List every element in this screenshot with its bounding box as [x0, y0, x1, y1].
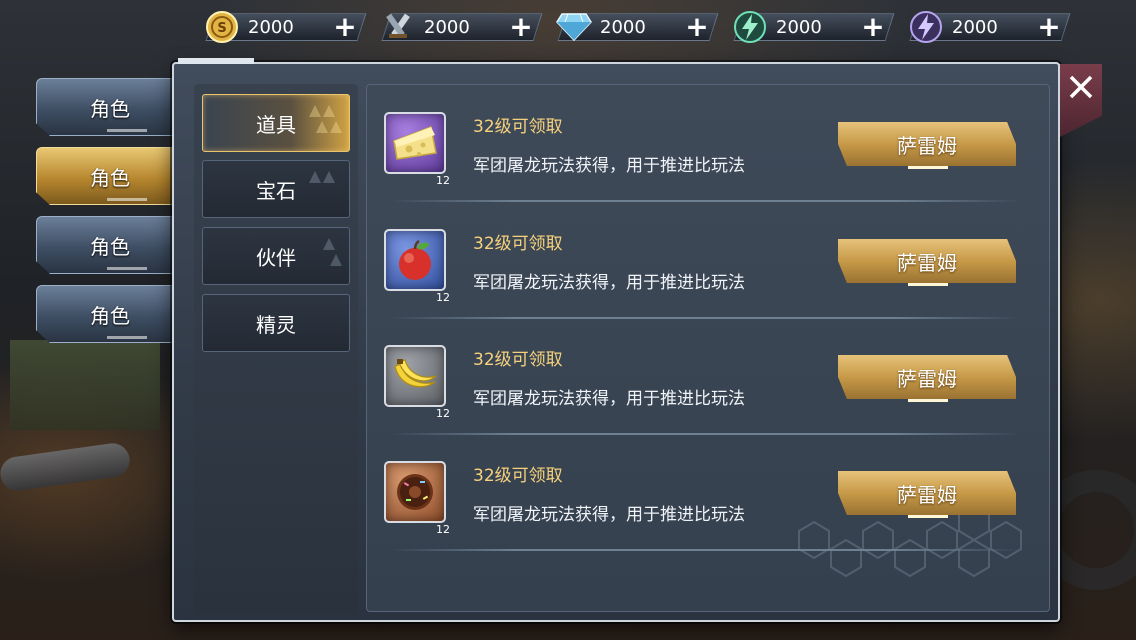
category-label: 宝石 [256, 178, 296, 203]
triangle-pattern-icon [323, 238, 342, 266]
item-description: 军团屠龙玩法获得，用于推进比玩法 [473, 389, 745, 409]
currency-bar: S 2000 + 2000 + 2000 + 2000 + 2000 + [196, 10, 1072, 46]
banana-icon [384, 345, 446, 407]
panel-accent [178, 58, 254, 64]
currency-gold: S 2000 + [196, 10, 368, 44]
svg-text:S: S [217, 21, 226, 36]
close-icon [1068, 74, 1094, 104]
currency-stamina: 2000 + [372, 10, 544, 44]
level-requirement: 32级可领取 [473, 117, 563, 137]
category-tab-gems[interactable]: 宝石 [202, 160, 350, 218]
side-tab-character[interactable]: 角色 [36, 216, 184, 274]
claim-button[interactable]: 萨雷姆 [838, 355, 1016, 399]
row-divider [390, 549, 1020, 551]
claim-button[interactable]: 萨雷姆 [838, 122, 1016, 166]
item-count: 12 [436, 291, 450, 304]
currency-value: 2000 [600, 16, 646, 38]
list-item: 12 32级可领取 军团屠龙玩法获得，用于推进比玩法 萨雷姆 [380, 209, 1030, 319]
category-label: 伙伴 [256, 245, 296, 270]
item-description: 军团屠龙玩法获得，用于推进比玩法 [473, 273, 745, 293]
add-currency-button[interactable]: + [508, 13, 534, 41]
apple-icon [384, 229, 446, 291]
side-tabs: 角色 角色 角色 角色 [36, 78, 184, 354]
list-item: 12 32级可领取 军团屠龙玩法获得，用于推进比玩法 萨雷姆 [380, 325, 1030, 435]
category-tab-spirits[interactable]: 精灵 [202, 294, 350, 352]
currency-purple-energy: 2000 + [900, 10, 1072, 44]
level-requirement: 32级可领取 [473, 466, 563, 486]
side-tab-character[interactable]: 角色 [36, 78, 184, 136]
currency-value: 2000 [424, 16, 470, 38]
list-item: 12 32级可领取 军团屠龙玩法获得，用于推进比玩法 萨雷姆 [380, 441, 1030, 551]
side-tab-character-active[interactable]: 角色 [36, 147, 184, 205]
currency-diamond: 2000 + [548, 10, 720, 44]
triangle-pattern-icon [309, 105, 342, 133]
currency-green-energy: 2000 + [724, 10, 896, 44]
item-count: 12 [436, 407, 450, 420]
category-label: 精灵 [256, 312, 296, 337]
item-description: 军团屠龙玩法获得，用于推进比玩法 [473, 156, 745, 176]
add-currency-button[interactable]: + [684, 13, 710, 41]
row-divider [390, 200, 1020, 202]
cheese-icon [384, 112, 446, 174]
side-tab-character[interactable]: 角色 [36, 285, 184, 343]
purple-energy-icon [908, 9, 944, 45]
add-currency-button[interactable]: + [332, 13, 358, 41]
item-count: 12 [436, 174, 450, 187]
crossed-swords-icon [380, 9, 416, 45]
category-label: 道具 [256, 112, 296, 137]
item-description: 军团屠龙玩法获得，用于推进比玩法 [473, 505, 745, 525]
background-pipe [0, 441, 132, 493]
row-divider [390, 317, 1020, 319]
currency-value: 2000 [248, 16, 294, 38]
currency-value: 2000 [952, 16, 998, 38]
category-tab-items[interactable]: 道具 [202, 94, 350, 152]
level-requirement: 32级可领取 [473, 350, 563, 370]
claim-button[interactable]: 萨雷姆 [838, 239, 1016, 283]
button-shine [908, 283, 948, 286]
triangle-pattern-icon [309, 171, 335, 183]
button-shine [908, 166, 948, 169]
claim-button[interactable]: 萨雷姆 [838, 471, 1016, 515]
gold-coin-icon: S [204, 9, 240, 45]
add-currency-button[interactable]: + [1036, 13, 1062, 41]
diamond-icon [556, 9, 592, 45]
list-item: 12 32级可领取 军团屠龙玩法获得，用于推进比玩法 萨雷姆 [380, 92, 1030, 202]
button-shine [908, 399, 948, 402]
row-divider [390, 433, 1020, 435]
category-tab-partners[interactable]: 伙伴 [202, 227, 350, 285]
level-requirement: 32级可领取 [473, 234, 563, 254]
currency-value: 2000 [776, 16, 822, 38]
green-energy-icon [732, 9, 768, 45]
add-currency-button[interactable]: + [860, 13, 886, 41]
item-count: 12 [436, 523, 450, 536]
button-shine [908, 515, 948, 518]
donut-icon [384, 461, 446, 523]
